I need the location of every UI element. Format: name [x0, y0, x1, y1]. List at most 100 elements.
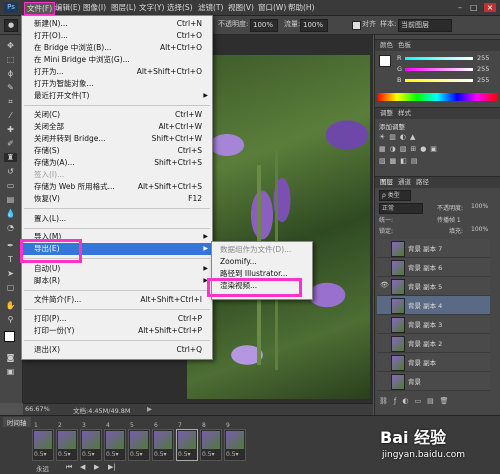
color-ramp[interactable]	[377, 93, 497, 101]
adjust-row-1-icons[interactable]: ☀▥◐▲	[379, 133, 419, 141]
layer-row[interactable]: 👁 背景 副本 5	[377, 277, 490, 296]
visibility-eye-icon[interactable]	[380, 376, 388, 384]
frame-delay[interactable]: 0.5▾	[58, 451, 71, 458]
visibility-eye-icon[interactable]	[380, 300, 388, 308]
pen-tool-icon[interactable]: ✒	[4, 241, 17, 250]
menu-item-exit[interactable]: 退出(X) Ctrl+Q	[22, 344, 212, 356]
layer-row[interactable]: 背景 副本 4	[377, 296, 490, 315]
frame-delay[interactable]: 0.5▾	[130, 451, 143, 458]
menu-item-place[interactable]: 置入(L)...	[22, 213, 212, 225]
healing-tool-icon[interactable]: ✚	[4, 125, 17, 134]
layer-row[interactable]: 背景 副本 7	[377, 239, 490, 258]
menu-view[interactable]: 视图(V)	[226, 2, 256, 13]
first-frame-icon[interactable]: ⏮	[66, 463, 72, 472]
r-slider[interactable]	[405, 57, 473, 60]
blur-tool-icon[interactable]: 💧	[4, 209, 17, 218]
layer-row[interactable]: 背景 副本	[377, 353, 490, 372]
timeline-frame[interactable]: 4 0.5▾	[104, 422, 126, 461]
menu-layer[interactable]: 图层(L)	[109, 2, 138, 13]
flow-field[interactable]: 100%	[300, 19, 328, 32]
tab-swatches[interactable]: 色板	[395, 40, 414, 50]
timeline-frame[interactable]: 1 0.5▾	[32, 422, 54, 461]
tab-layers[interactable]: 图层	[377, 177, 396, 187]
menu-item-open-smart-object[interactable]: 打开为智能对象...	[22, 78, 212, 90]
b-slider[interactable]	[405, 79, 473, 82]
layer-row[interactable]: 背景 副本 2	[377, 334, 490, 353]
menu-item-close-go-bridge[interactable]: 关闭并转到 Bridge... Shift+Ctrl+W	[22, 133, 212, 145]
menu-filter[interactable]: 滤镜(T)	[196, 2, 225, 13]
menu-item-save-for-web[interactable]: 存储为 Web 所用格式... Alt+Shift+Ctrl+S	[22, 181, 212, 193]
tab-paths[interactable]: 路径	[413, 177, 432, 187]
minimize-icon[interactable]: –	[458, 3, 468, 12]
menu-item-open[interactable]: 打开(O)... Ctrl+O	[22, 30, 212, 42]
frame-delay[interactable]: 0.5▾	[178, 451, 191, 458]
frame-delay[interactable]: 0.5▾	[226, 451, 239, 458]
history-brush-tool-icon[interactable]: ↺	[4, 167, 17, 176]
hand-tool-icon[interactable]: ✋	[4, 301, 17, 310]
play-icon[interactable]: ▶	[94, 463, 99, 471]
lasso-tool-icon[interactable]: ϕ	[4, 69, 17, 78]
layer-filter-select[interactable]: ρ 类型	[379, 190, 411, 201]
timeline-frame[interactable]: 8 0.5▾	[200, 422, 222, 461]
timeline-tab[interactable]: 时间轴	[3, 417, 31, 427]
visibility-eye-icon[interactable]	[380, 357, 388, 365]
menu-item-print-one-copy[interactable]: 打印一份(Y) Alt+Shift+Ctrl+P	[22, 325, 212, 337]
menu-type[interactable]: 文字(Y)	[137, 2, 166, 13]
sample-select[interactable]: 当前图层	[398, 19, 452, 32]
timeline-frame[interactable]: 2 0.5▾	[56, 422, 78, 461]
fill-field[interactable]: 100%	[471, 226, 488, 233]
b-value[interactable]: 255	[477, 76, 489, 84]
visibility-eye-icon[interactable]	[380, 338, 388, 346]
menu-item-browse-mini-bridge[interactable]: 在 Mini Bridge 中浏览(G)...	[22, 54, 212, 66]
timeline-frame[interactable]: 6 0.5▾	[152, 422, 174, 461]
menu-help[interactable]: 帮助(H)	[286, 2, 317, 13]
status-arrow-icon[interactable]: ▶	[147, 405, 152, 413]
layer-row[interactable]: 背景	[377, 372, 490, 391]
tab-color[interactable]: 颜色	[377, 40, 396, 50]
align-checkbox[interactable]	[352, 21, 361, 30]
timeline-frame[interactable]: 7 0.5▾	[176, 422, 198, 461]
opacity-field[interactable]: 100%	[250, 19, 278, 32]
menu-window[interactable]: 窗口(W)	[256, 2, 288, 13]
loop-select[interactable]: 永远	[36, 463, 49, 473]
layer-opacity-field[interactable]: 100%	[471, 203, 488, 210]
gradient-tool-icon[interactable]: ▤	[4, 195, 17, 204]
dodge-tool-icon[interactable]: ◔	[4, 223, 17, 232]
foreground-color-swatch[interactable]	[4, 331, 15, 342]
visibility-eye-icon[interactable]	[380, 243, 388, 251]
menu-item-save[interactable]: 存储(S) Ctrl+S	[22, 145, 212, 157]
tab-adjustments[interactable]: 调整	[377, 108, 396, 118]
layer-actions-icons[interactable]: ⛓ƒ◐▭▤🗑	[379, 397, 455, 405]
visibility-eye-icon[interactable]	[380, 319, 388, 327]
menu-item-new[interactable]: 新建(N)... Ctrl+N	[22, 18, 212, 30]
timeline-frame[interactable]: 3 0.5▾	[80, 422, 102, 461]
menu-item-automate[interactable]: 自动(U) ▶	[22, 263, 212, 275]
layer-row[interactable]: 背景 副本 6	[377, 258, 490, 277]
adjust-row-2-icons[interactable]: ▦◑▧⊞●▣	[379, 145, 441, 153]
propagate-label[interactable]: 传播帧 1	[437, 215, 461, 224]
frame-delay[interactable]: 0.5▾	[34, 451, 47, 458]
menu-item-scripts[interactable]: 脚本(R) ▶	[22, 275, 212, 287]
type-tool-icon[interactable]: T	[4, 255, 17, 264]
menu-item-close[interactable]: 关闭(C) Ctrl+W	[22, 109, 212, 121]
brush-preset-icon[interactable]: ●	[4, 19, 18, 32]
next-frame-icon[interactable]: ▶|	[108, 463, 116, 471]
menu-image[interactable]: 图像(I)	[81, 2, 108, 13]
r-value[interactable]: 255	[477, 54, 489, 62]
menu-item-print[interactable]: 打印(P)... Ctrl+P	[22, 313, 212, 325]
shape-tool-icon[interactable]: ▢	[4, 283, 17, 292]
marquee-tool-icon[interactable]: ⬚	[4, 55, 17, 64]
eyedropper-tool-icon[interactable]: ⁄	[4, 111, 17, 120]
screen-mode-icon[interactable]: ▣	[4, 367, 17, 376]
path-select-tool-icon[interactable]: ➤	[4, 269, 17, 278]
menu-item-recent-files[interactable]: 最近打开文件(T) ▶	[22, 90, 212, 102]
g-slider[interactable]	[405, 68, 473, 71]
zoom-tool-icon[interactable]: ⚲	[4, 315, 17, 324]
g-value[interactable]: 255	[477, 65, 489, 73]
menu-item-file-info[interactable]: 文件简介(F)... Alt+Shift+Ctrl+I	[22, 294, 212, 306]
eraser-tool-icon[interactable]: ▭	[4, 181, 17, 190]
tab-channels[interactable]: 通道	[395, 177, 414, 187]
close-icon[interactable]: ×	[484, 3, 496, 12]
menu-item-close-all[interactable]: 关闭全部 Alt+Ctrl+W	[22, 121, 212, 133]
menu-item-browse-bridge[interactable]: 在 Bridge 中浏览(B)... Alt+Ctrl+O	[22, 42, 212, 54]
